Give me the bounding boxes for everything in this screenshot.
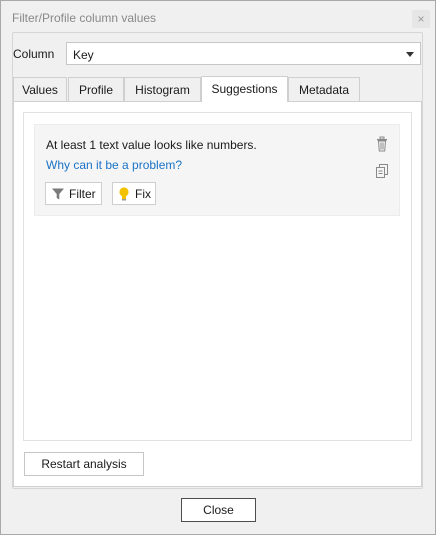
window-close-button[interactable]: ×: [412, 10, 430, 28]
tab-histogram[interactable]: Histogram: [124, 77, 201, 101]
restart-analysis-button[interactable]: Restart analysis: [24, 452, 144, 476]
suggestion-text: At least 1 text value looks like numbers…: [46, 138, 257, 152]
chevron-down-icon: [406, 52, 414, 57]
tab-values[interactable]: Values: [13, 77, 67, 101]
filter-button-label: Filter: [69, 187, 96, 201]
window-title: Filter/Profile column values: [12, 11, 157, 25]
tab-profile[interactable]: Profile: [68, 77, 124, 101]
close-button[interactable]: Close: [181, 498, 256, 522]
filter-button[interactable]: Filter: [45, 182, 102, 205]
title-bar: Filter/Profile column values ×: [1, 1, 435, 35]
trash-icon[interactable]: [374, 136, 390, 152]
filter-icon: [52, 188, 64, 200]
column-label: Column: [13, 47, 55, 61]
fix-button-label: Fix: [135, 187, 151, 201]
column-select-value: Key: [73, 48, 94, 62]
copy-icon[interactable]: [374, 163, 390, 179]
lightbulb-icon: [119, 187, 129, 201]
why-problem-link[interactable]: Why can it be a problem?: [46, 158, 182, 172]
column-select[interactable]: Key: [66, 42, 421, 65]
tab-metadata[interactable]: Metadata: [288, 77, 360, 101]
fix-button[interactable]: Fix: [112, 182, 156, 205]
tab-suggestions[interactable]: Suggestions: [201, 76, 288, 102]
